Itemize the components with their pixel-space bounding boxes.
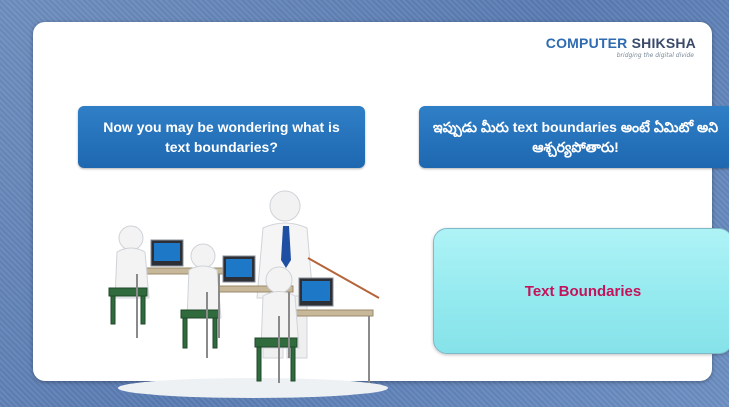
classroom-illustration-icon bbox=[108, 190, 388, 398]
slide-panel: COMPUTER SHIKSHA bridging the digital di… bbox=[33, 22, 729, 398]
english-question-callout: Now you may be wondering what is text bo… bbox=[78, 106, 365, 168]
computer-shiksha-logo: COMPUTER SHIKSHA bridging the digital di… bbox=[536, 35, 696, 69]
logo-text: COMPUTER SHIKSHA bbox=[546, 35, 696, 51]
logo-tagline: bridging the digital divide bbox=[616, 52, 694, 59]
telugu-question-callout: ఇప్పుడు మీరు text boundaries అంటే ఏమిటో … bbox=[419, 106, 729, 168]
logo-brand-part2: SHIKSHA bbox=[627, 35, 696, 51]
logo-brand-part1: COMPUTER bbox=[545, 35, 628, 51]
topic-label: Text Boundaries bbox=[524, 282, 642, 300]
topic-box: Text Boundaries bbox=[433, 228, 729, 354]
